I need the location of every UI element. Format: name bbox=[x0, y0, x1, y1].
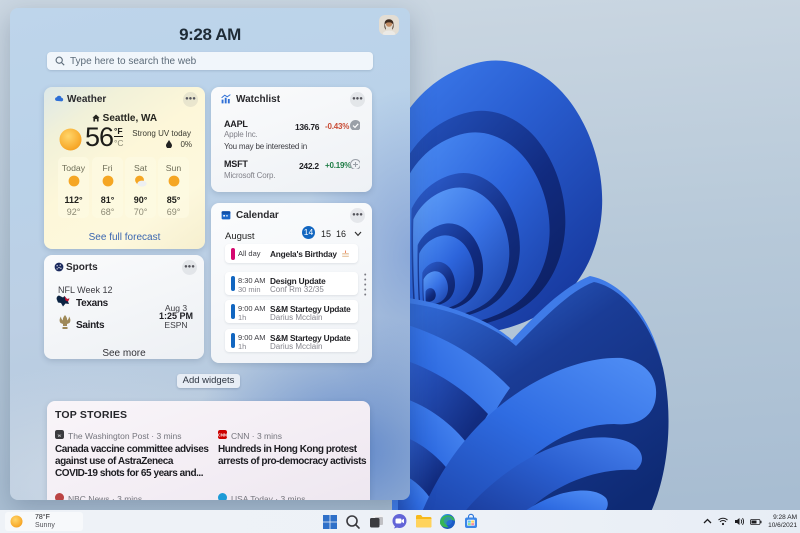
svg-text:w: w bbox=[58, 433, 62, 439]
svg-text:CNN: CNN bbox=[218, 432, 227, 437]
